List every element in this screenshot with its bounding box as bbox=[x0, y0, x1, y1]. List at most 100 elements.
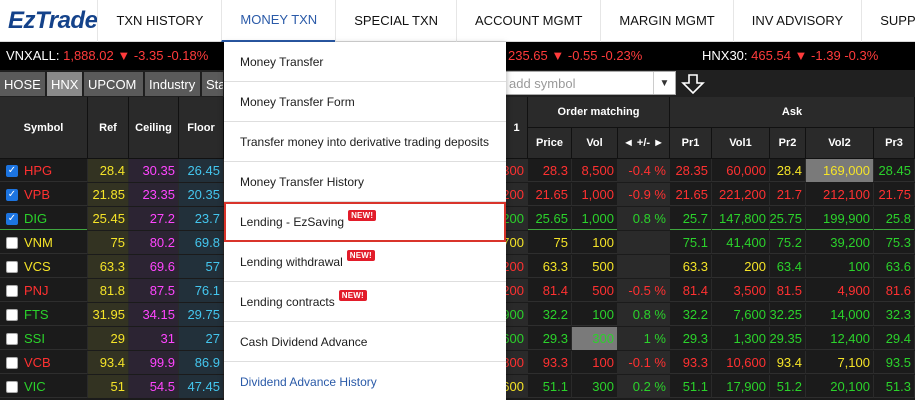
symbol-cell[interactable]: PNJ bbox=[0, 279, 88, 302]
vol2-cell: 14,000 bbox=[806, 303, 874, 326]
tab-statistics[interactable]: Sta bbox=[202, 72, 224, 96]
header-ask-vol2[interactable]: Vol2 bbox=[806, 128, 874, 159]
symbol-cell[interactable]: VCB bbox=[0, 351, 88, 374]
add-symbol-input[interactable]: add symbol ▼ bbox=[498, 71, 676, 95]
symbol-code: VPB bbox=[24, 187, 51, 202]
nav-txn-history[interactable]: TXN HISTORY bbox=[97, 0, 221, 42]
watch-checkbox[interactable] bbox=[6, 308, 18, 321]
menu-money-transfer-form[interactable]: Money Transfer Form bbox=[224, 82, 506, 122]
nav-inv-advisory[interactable]: INV ADVISORY bbox=[732, 0, 862, 42]
floor-cell: 20.35 bbox=[179, 183, 224, 206]
symbol-cell[interactable]: FTS bbox=[0, 303, 88, 326]
ref-cell: 31.95 bbox=[88, 303, 129, 326]
pr3-cell: 32.3 bbox=[874, 303, 915, 326]
vol1-cell: 41,400 bbox=[712, 231, 770, 254]
header-symbol[interactable]: Symbol bbox=[0, 97, 88, 159]
pr2-cell: 93.4 bbox=[770, 351, 806, 374]
menu-money-transfer[interactable]: Money Transfer bbox=[224, 42, 506, 82]
watch-checkbox[interactable] bbox=[6, 332, 18, 345]
nav-support[interactable]: SUPPORT bbox=[861, 0, 915, 42]
pr1-cell: 81.4 bbox=[670, 279, 712, 302]
tab-hose[interactable]: HOSE bbox=[0, 72, 46, 96]
partial-cell: 200 bbox=[502, 207, 528, 230]
symbol-code: VIC bbox=[24, 379, 46, 394]
pr1-cell: 63.3 bbox=[670, 255, 712, 278]
price-cell: 29.3 bbox=[528, 327, 572, 350]
menu-cash-dividend-advance[interactable]: Cash Dividend Advance bbox=[224, 322, 506, 362]
nav-money-txn[interactable]: MONEY TXN bbox=[221, 0, 336, 42]
down-arrow-icon[interactable] bbox=[680, 73, 706, 95]
vol-cell: 100 bbox=[572, 231, 618, 254]
symbol-cell[interactable]: VNM bbox=[0, 231, 88, 254]
ceiling-cell: 23.35 bbox=[129, 183, 179, 206]
pr1-cell: 25.7 bbox=[670, 207, 712, 230]
tab-upcom[interactable]: UPCOM bbox=[84, 72, 144, 96]
partial-cell: 200 bbox=[502, 279, 528, 302]
menu-money-transfer-history[interactable]: Money Transfer History bbox=[224, 162, 506, 202]
watch-checkbox[interactable]: ✓ bbox=[6, 188, 18, 201]
vol-cell: 8,500 bbox=[572, 159, 618, 182]
partial-cell: 200 bbox=[502, 183, 528, 206]
symbol-code: DIG bbox=[24, 211, 48, 226]
header-ceiling[interactable]: Ceiling bbox=[129, 97, 179, 159]
floor-cell: 27 bbox=[179, 327, 224, 350]
chevron-down-icon[interactable]: ▼ bbox=[653, 72, 675, 94]
vol-cell: 1,000 bbox=[572, 183, 618, 206]
vol1-cell: 221,200 bbox=[712, 183, 770, 206]
pr1-cell: 51.1 bbox=[670, 375, 712, 398]
header-ref[interactable]: Ref bbox=[88, 97, 129, 159]
symbol-cell[interactable]: ✓ VPB bbox=[0, 183, 88, 206]
symbol-code: FTS bbox=[24, 307, 49, 322]
partial-cell: 700 bbox=[502, 231, 528, 254]
menu-transfer-derivative-deposits[interactable]: Transfer money into derivative trading d… bbox=[224, 122, 506, 162]
vol2-cell: 169,000 bbox=[806, 159, 874, 182]
watch-checkbox[interactable]: ✓ bbox=[6, 164, 18, 177]
watch-checkbox[interactable] bbox=[6, 236, 18, 249]
pr2-cell: 28.4 bbox=[770, 159, 806, 182]
ceiling-cell: 69.6 bbox=[129, 255, 179, 278]
header-ask-pr3[interactable]: Pr3 bbox=[874, 128, 915, 159]
watch-checkbox[interactable] bbox=[6, 260, 18, 273]
nav-account-mgmt[interactable]: ACCOUNT MGMT bbox=[456, 0, 600, 42]
down-triangle-icon: ▼ bbox=[794, 48, 808, 63]
watch-checkbox[interactable] bbox=[6, 380, 18, 393]
header-ask-vol1[interactable]: Vol1 bbox=[712, 128, 770, 159]
price-cell: 51.1 bbox=[528, 375, 572, 398]
symbol-cell[interactable]: SSI bbox=[0, 327, 88, 350]
menu-dividend-advance-history[interactable]: Dividend Advance History bbox=[224, 362, 506, 400]
menu-lending-withdrawal[interactable]: Lending withdrawal NEW! bbox=[224, 242, 506, 282]
eztrade-logo[interactable]: EzTrade bbox=[0, 7, 98, 35]
pr3-cell: 93.5 bbox=[874, 351, 915, 374]
vol2-cell: 39,200 bbox=[806, 231, 874, 254]
header-change-toggle[interactable]: ◄ +/- ► bbox=[618, 128, 670, 159]
chg-cell: 0.8 % bbox=[618, 207, 670, 230]
vol-cell: 500 bbox=[572, 279, 618, 302]
tab-industry[interactable]: Industry bbox=[145, 72, 201, 96]
vol2-cell: 20,100 bbox=[806, 375, 874, 398]
symbol-cell[interactable]: VIC bbox=[0, 375, 88, 398]
nav-margin-mgmt[interactable]: MARGIN MGMT bbox=[600, 0, 732, 42]
watch-checkbox[interactable] bbox=[6, 356, 18, 369]
watch-checkbox[interactable] bbox=[6, 284, 18, 297]
pr3-cell: 25.8 bbox=[874, 207, 915, 230]
chg-cell: 0.8 % bbox=[618, 303, 670, 326]
symbol-cell[interactable]: ✓ DIG bbox=[0, 207, 88, 230]
menu-lending-contracts[interactable]: Lending contracts NEW! bbox=[224, 282, 506, 322]
header-ask-pr2[interactable]: Pr2 bbox=[770, 128, 806, 159]
nav-special-txn[interactable]: SPECIAL TXN bbox=[335, 0, 456, 42]
symbol-cell[interactable]: ✓ HPG bbox=[0, 159, 88, 182]
watch-checkbox[interactable]: ✓ bbox=[6, 212, 18, 225]
header-partial: 1 bbox=[506, 97, 528, 159]
header-price[interactable]: Price bbox=[528, 128, 572, 159]
header-floor[interactable]: Floor bbox=[179, 97, 224, 159]
tab-hnx[interactable]: HNX bbox=[47, 72, 83, 96]
ceiling-cell: 31 bbox=[129, 327, 179, 350]
symbol-cell[interactable]: VCS bbox=[0, 255, 88, 278]
header-ask-pr1[interactable]: Pr1 bbox=[670, 128, 712, 159]
symbol-code: PNJ bbox=[24, 283, 49, 298]
ceiling-cell: 34.15 bbox=[129, 303, 179, 326]
menu-lending-ezsaving[interactable]: Lending - EzSaving NEW! bbox=[224, 202, 506, 242]
ceiling-cell: 30.35 bbox=[129, 159, 179, 182]
header-vol[interactable]: Vol bbox=[572, 128, 618, 159]
vol-cell: 500 bbox=[572, 255, 618, 278]
